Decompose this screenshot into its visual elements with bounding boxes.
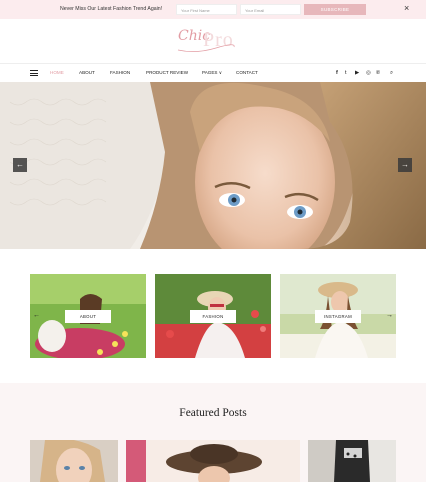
logo-swash [177,44,235,52]
twitter-icon[interactable]: t [345,70,347,76]
subscribe-message: Never Miss Our Latest Fashion Trend Agai… [60,6,163,12]
nav-item-about[interactable]: ABOUT [79,70,95,75]
close-icon[interactable]: × [404,4,409,13]
nav-item-fashion[interactable]: FASHION [110,70,130,75]
category-card-fashion[interactable]: FASHION [155,274,271,358]
category-label: FASHION [190,310,236,323]
featured-post-card[interactable] [308,440,396,482]
subscribe-button[interactable]: SUBSCRIBE [304,4,366,15]
search-icon[interactable]: ⌕ [390,70,393,77]
first-name-input[interactable]: Your First Name [176,4,237,15]
pinterest-icon[interactable]: ℗ [376,70,380,76]
category-card-about[interactable]: ABOUT [30,274,146,358]
nav-item-home[interactable]: HOME [50,70,64,75]
nav-item-pages[interactable]: PAGES ∨ [202,70,222,76]
youtube-icon[interactable]: ▶ [355,70,359,76]
site-logo[interactable]: Chic Pro [170,24,260,56]
category-prev-button[interactable]: ← [33,312,40,319]
main-nav: HOME ABOUT FASHION PRODUCT REVIEW PAGES … [0,63,426,80]
nav-item-contact[interactable]: CONTACT [236,70,258,75]
nav-item-product-review[interactable]: PRODUCT REVIEW [146,70,188,75]
featured-post-card[interactable] [30,440,118,482]
hamburger-icon[interactable] [30,70,38,78]
post-image [308,440,396,482]
category-label: INSTAGRAM [315,310,361,323]
featured-title: Featured Posts [179,407,247,419]
hero-slider[interactable] [0,82,426,249]
category-next-button[interactable]: → [386,312,393,319]
category-card-instagram[interactable]: INSTAGRAM [280,274,396,358]
instagram-icon[interactable]: ◎ [366,70,371,76]
category-label: ABOUT [65,310,111,323]
featured-post-card[interactable] [126,440,300,482]
email-input[interactable]: Your Email [240,4,301,15]
facebook-icon[interactable]: f [336,70,338,76]
hero-next-button[interactable]: → [398,158,412,172]
post-image [126,440,300,482]
subscribe-bar: Never Miss Our Latest Fashion Trend Agai… [0,0,426,19]
hero-prev-button[interactable]: ← [13,158,27,172]
post-image [30,440,118,482]
hero-image [0,82,426,249]
